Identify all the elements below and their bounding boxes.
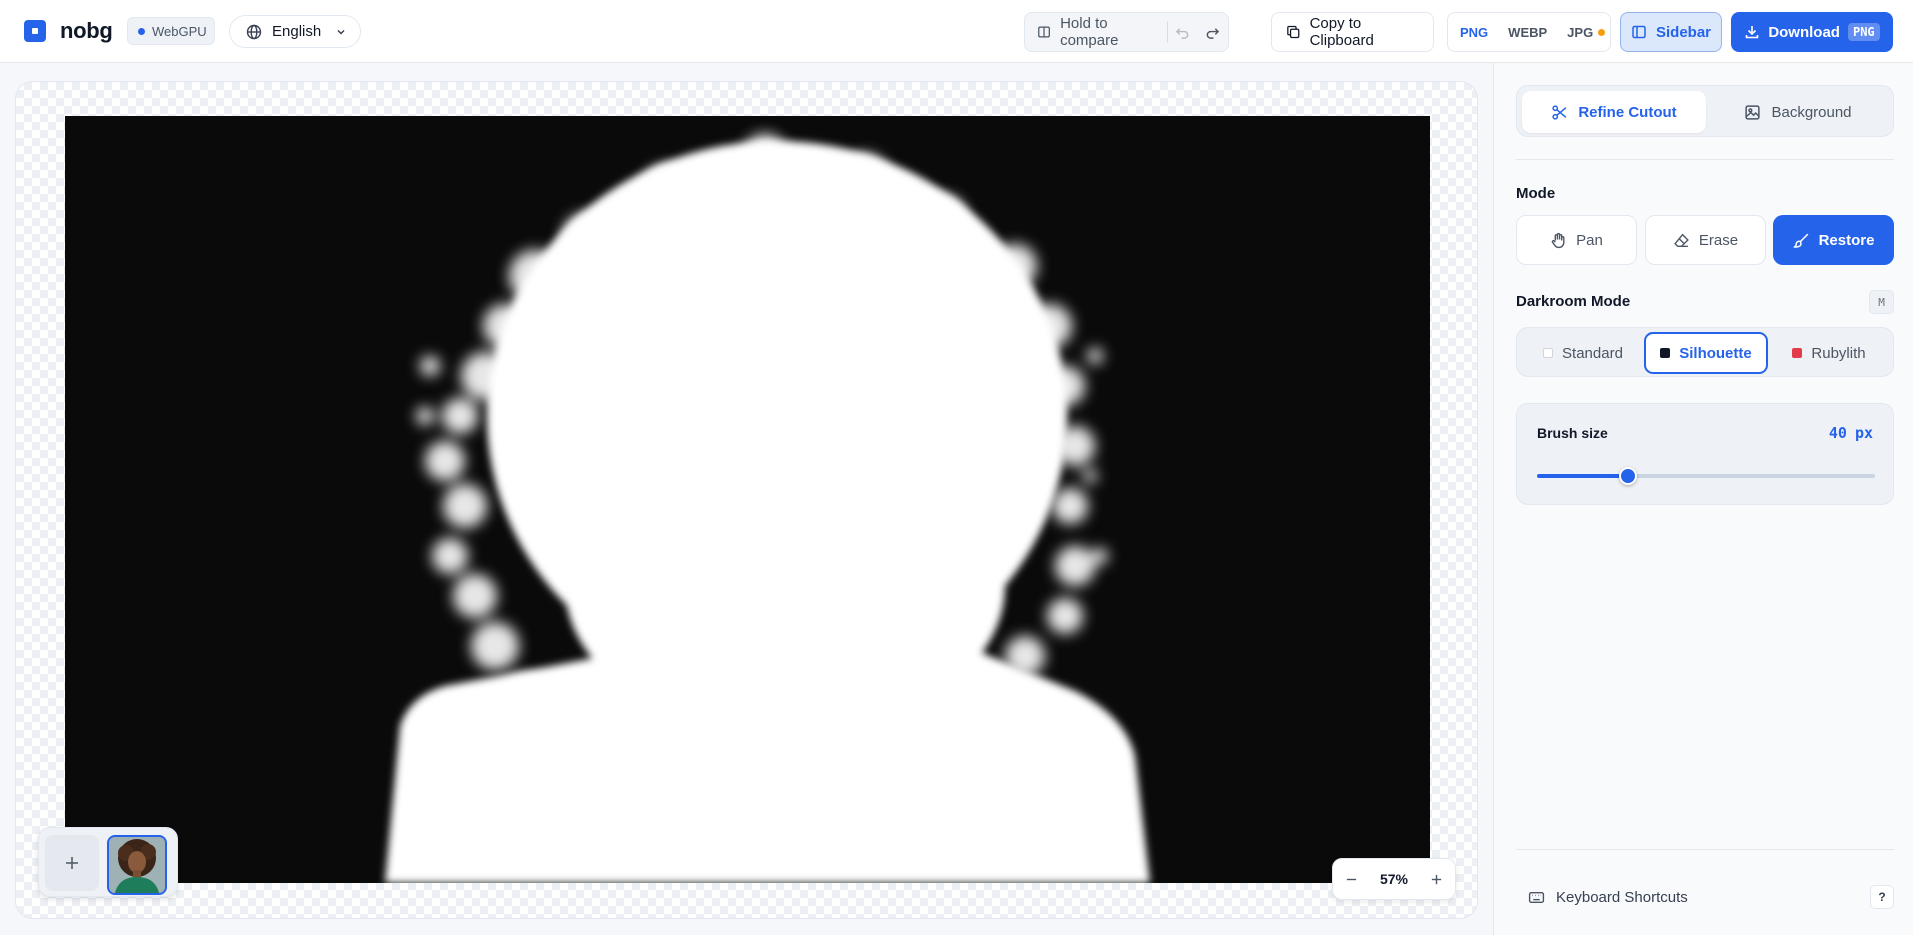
darkroom-shortcut-key: M xyxy=(1869,290,1894,314)
brand-name: nobg xyxy=(60,18,113,43)
help-key[interactable]: ? xyxy=(1870,885,1894,909)
redo-icon xyxy=(1207,27,1220,39)
format-group: PNG WEBP JPG xyxy=(1447,12,1611,52)
darkroom-standard-option[interactable]: Standard xyxy=(1521,332,1645,374)
format-webp[interactable]: WEBP xyxy=(1498,25,1557,40)
sidebar-panel: Refine Cutout Background Mode Pan Erase … xyxy=(1493,63,1913,935)
redo-button[interactable] xyxy=(1198,25,1228,40)
keyboard-shortcuts-button[interactable]: Keyboard Shortcuts ? xyxy=(1516,877,1894,917)
darkroom-standard-label: Standard xyxy=(1562,344,1623,362)
brush-size-unit: px xyxy=(1854,424,1873,442)
editor-canvas[interactable]: 57% xyxy=(15,81,1478,919)
darkroom-mode-label: Darkroom Mode xyxy=(1516,293,1631,310)
tab-background-label: Background xyxy=(1771,103,1852,121)
white-swatch-icon xyxy=(1543,348,1554,358)
split-view-icon xyxy=(1038,26,1050,38)
divider xyxy=(1516,849,1894,850)
mode-label: Mode xyxy=(1516,185,1556,202)
keyboard-icon xyxy=(1528,891,1545,903)
red-swatch-icon xyxy=(1792,348,1803,358)
darkroom-silhouette-label: Silhouette xyxy=(1679,344,1752,362)
mode-restore-label: Restore xyxy=(1818,231,1875,249)
backend-badge-label: WebGPU xyxy=(152,23,207,39)
undo-icon xyxy=(1176,27,1189,39)
copy-label: Copy to Clipboard xyxy=(1309,15,1374,49)
panel-tabs: Refine Cutout Background xyxy=(1516,85,1894,137)
sidebar-label: Sidebar xyxy=(1655,23,1712,41)
scissors-icon xyxy=(1552,104,1567,120)
tab-background[interactable]: Background xyxy=(1706,91,1890,133)
darkroom-silhouette-option[interactable]: Silhouette xyxy=(1644,332,1768,374)
format-png[interactable]: PNG xyxy=(1450,25,1498,40)
cutout-mask-image[interactable] xyxy=(65,116,1430,883)
image-icon xyxy=(1745,104,1761,120)
download-format-badge: PNG xyxy=(1847,23,1880,41)
mode-pan-label: Pan xyxy=(1576,231,1603,249)
slider-thumb[interactable] xyxy=(1619,467,1638,485)
image-tray xyxy=(38,827,178,897)
copy-icon xyxy=(1287,25,1300,39)
format-jpg-label: JPG xyxy=(1567,24,1594,40)
darkroom-rubylith-label: Rubylith xyxy=(1811,344,1866,362)
download-label: Download xyxy=(1768,23,1840,41)
download-button[interactable]: Download PNG xyxy=(1731,12,1893,52)
slider-fill xyxy=(1537,474,1629,478)
globe-icon xyxy=(246,24,262,39)
tab-refine-cutout[interactable]: Refine Cutout xyxy=(1522,91,1706,133)
black-swatch-icon xyxy=(1660,348,1671,358)
divider xyxy=(1516,159,1894,160)
brush-size-value: 40 xyxy=(1828,424,1847,442)
image-thumbnail[interactable] xyxy=(107,835,167,895)
status-dot-icon xyxy=(138,27,145,35)
keyboard-shortcuts-label: Keyboard Shortcuts xyxy=(1556,888,1688,906)
download-icon xyxy=(1746,26,1759,39)
compare-button[interactable]: Hold to compare xyxy=(1025,13,1157,51)
zoom-control: 57% xyxy=(1332,858,1456,900)
mode-erase-label: Erase xyxy=(1698,231,1739,249)
plus-icon xyxy=(66,857,78,869)
language-label: English xyxy=(272,23,322,40)
brush-icon xyxy=(1792,233,1808,248)
compare-label: Hold to compare xyxy=(1060,15,1119,49)
mode-restore-button[interactable]: Restore xyxy=(1773,215,1894,265)
compare-group: Hold to compare xyxy=(1024,12,1229,52)
mode-erase-button[interactable]: Erase xyxy=(1645,215,1766,265)
brush-size-card: Brush size 40 px xyxy=(1516,403,1894,505)
chevron-down-icon xyxy=(337,29,345,35)
darkroom-rubylith-option[interactable]: Rubylith xyxy=(1767,332,1891,374)
language-select[interactable]: English xyxy=(229,15,361,48)
warning-dot-icon xyxy=(1598,28,1606,36)
logo-icon xyxy=(24,20,46,42)
zoom-out-button[interactable] xyxy=(1345,873,1358,886)
zoom-level: 57% xyxy=(1379,871,1409,887)
add-image-button[interactable] xyxy=(45,835,99,891)
sidebar-icon xyxy=(1632,25,1646,39)
top-bar: nobg WebGPU English Hold to compare Copy… xyxy=(0,0,1913,63)
eraser-icon xyxy=(1674,233,1689,247)
zoom-in-button[interactable] xyxy=(1430,873,1443,886)
darkroom-mode-group: Standard Silhouette Rubylith xyxy=(1516,327,1894,377)
tab-refine-cutout-label: Refine Cutout xyxy=(1578,103,1677,121)
undo-button[interactable] xyxy=(1168,25,1198,40)
minus-icon xyxy=(1346,878,1357,880)
backend-badge: WebGPU xyxy=(127,17,215,45)
portrait-thumbnail-image xyxy=(109,837,165,893)
copy-to-clipboard-button[interactable]: Copy to Clipboard xyxy=(1271,12,1434,52)
brush-size-readout: 40 px xyxy=(1829,424,1873,442)
silhouette-mask xyxy=(385,134,1150,883)
mode-pan-button[interactable]: Pan xyxy=(1516,215,1637,265)
format-jpg[interactable]: JPG xyxy=(1557,25,1615,40)
plus-icon xyxy=(1431,874,1442,884)
hand-icon xyxy=(1551,232,1565,248)
brush-size-slider[interactable] xyxy=(1537,467,1875,485)
sidebar-toggle-button[interactable]: Sidebar xyxy=(1620,12,1722,52)
brush-size-label: Brush size xyxy=(1537,425,1608,441)
